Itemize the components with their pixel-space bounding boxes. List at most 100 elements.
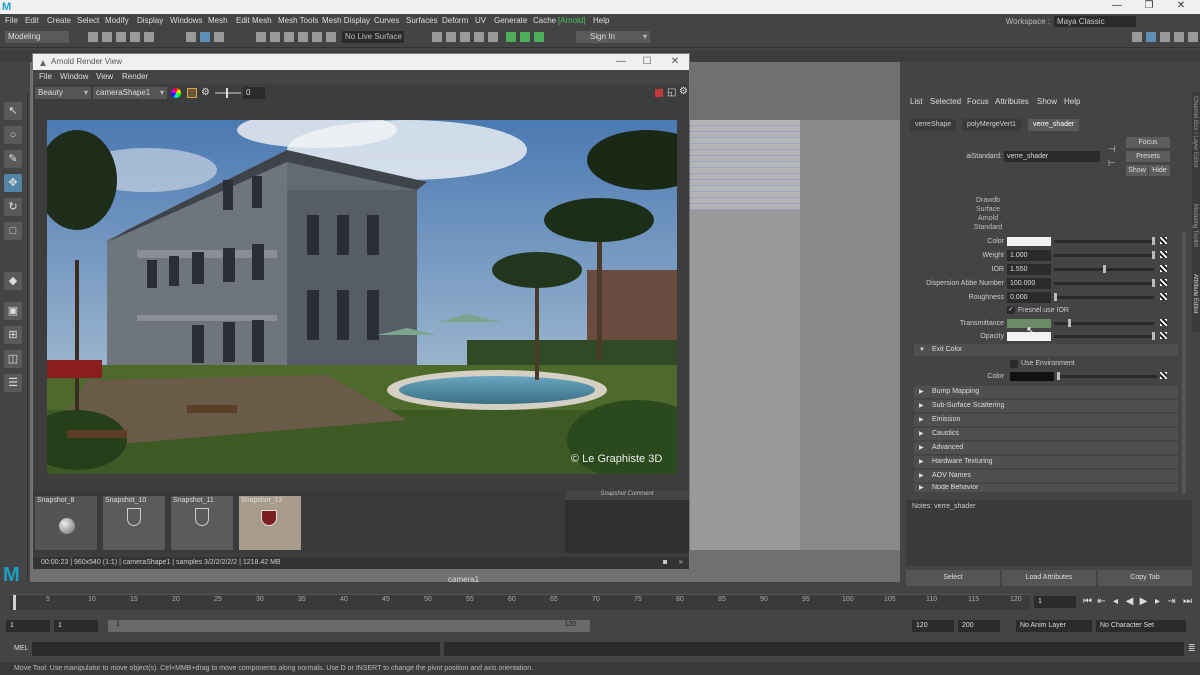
layout-icon[interactable] [1132,32,1142,42]
opacity-slider[interactable] [1054,335,1154,338]
menu-edit-mesh[interactable]: Edit Mesh [236,16,272,25]
camera-select[interactable]: cameraShape1 [93,87,167,99]
menu-curves[interactable]: Curves [374,16,399,25]
arnold-close-button[interactable]: ✕ [663,54,687,70]
menu-file[interactable]: File [5,16,18,25]
lasso-tool-icon[interactable]: ○ [4,126,22,144]
ae-menu-list[interactable]: List [910,97,922,106]
arnold-render-icon[interactable] [506,32,516,42]
roughness-slider[interactable] [1054,296,1154,299]
aov-select[interactable]: Beauty [35,87,91,99]
last-tool-icon[interactable]: ◆ [4,272,22,290]
go-to-end-icon[interactable]: ⏭ [1182,596,1193,608]
arnold-window-title-bar[interactable]: ▲ Arnold Render View — ☐ ✕ [33,54,689,70]
outliner-toggle-icon[interactable] [1188,32,1198,42]
menu-mesh-display[interactable]: Mesh Display [322,16,370,25]
input-connection-icon[interactable]: ⊣ [1108,144,1116,155]
snapshot-comment-panel[interactable]: Snapshot Comment [565,491,689,553]
exposure-field[interactable]: 0 [243,87,265,99]
attribute-editor-toggle-icon[interactable] [1160,32,1170,42]
region-icon[interactable] [187,88,197,98]
snap-view-icon[interactable] [298,32,308,42]
scale-tool-icon[interactable]: □ [4,222,22,240]
section-emission[interactable]: Emission [914,414,1178,426]
menu-windows[interactable]: Windows [170,16,202,25]
arnold-menu-render[interactable]: Render [122,72,148,81]
ae-menu-show[interactable]: Show [1037,97,1057,106]
section-bump-mapping[interactable]: Bump Mapping [914,386,1178,398]
select-tool-icon[interactable]: ↖ [4,102,22,120]
section-caustics[interactable]: Caustics [914,428,1178,440]
ae-menu-help[interactable]: Help [1064,97,1080,106]
section-advanced[interactable]: Advanced [914,442,1178,454]
menu-generate[interactable]: Generate [494,16,527,25]
snap-live-icon[interactable] [326,32,336,42]
modeling-toolkit-tab[interactable]: Modeling Toolkit [1192,204,1198,247]
copy-tab-button[interactable]: Copy Tab [1098,570,1192,586]
range-slider-bar[interactable]: 1 120 [108,620,590,632]
exposure-slider[interactable] [215,92,241,94]
weight-field[interactable]: 1.000 [1007,250,1051,261]
notes-panel[interactable]: Notes: verre_shader [906,500,1192,566]
current-frame-field[interactable]: 1 [1034,596,1076,608]
section-aov-names[interactable]: AOV Names [914,470,1178,482]
ior-slider-handle[interactable] [1103,265,1106,273]
select-button[interactable]: Select [906,570,1000,586]
show-button[interactable]: Show [1126,165,1148,176]
snap-surface-icon[interactable] [312,32,322,42]
stop-render-icon[interactable] [655,89,663,97]
single-view-icon[interactable]: ▣ [4,302,22,320]
ae-menu-attributes[interactable]: Attributes [995,97,1029,106]
render-settings-gear-icon[interactable]: ⚙ [679,86,688,97]
live-surface-field[interactable]: No Live Surface [342,31,404,43]
exit-color-slider-handle[interactable] [1057,372,1060,380]
ae-menu-focus[interactable]: Focus [967,97,989,106]
hypershade-icon[interactable] [488,32,498,42]
color-channels-icon[interactable] [171,88,181,98]
arnold-menu-window[interactable]: Window [60,72,88,81]
tool-settings-toggle-icon[interactable] [1174,32,1184,42]
menu-deform[interactable]: Deform [442,16,468,25]
channel-box-toggle-icon[interactable] [1146,32,1156,42]
select-hierarchy-icon[interactable] [186,32,196,42]
tab-polymergevert1[interactable]: polyMergeVert1 [962,119,1022,131]
paint-select-tool-icon[interactable]: ✎ [4,150,22,168]
current-time-indicator[interactable] [13,595,16,610]
color-swatch[interactable] [1007,237,1051,246]
anim-layer-select[interactable]: No Anim Layer [1016,620,1092,632]
menu-help[interactable]: Help [593,16,609,25]
refresh-render-icon[interactable]: ◱ [667,87,676,98]
settings-gear-icon[interactable]: ⚙ [201,87,210,98]
minimize-button[interactable]: — [1104,0,1130,14]
save-scene-icon[interactable] [116,32,126,42]
outliner-layout-icon[interactable]: ☰ [4,374,22,392]
channel-box-tab[interactable]: Channel Box / Layer Editor [1192,96,1198,168]
menu-surfaces[interactable]: Surfaces [406,16,438,25]
playback-start-field[interactable]: 1 [54,620,98,632]
abbe-field[interactable]: 100.000 [1007,278,1051,289]
arnold-menu-view[interactable]: View [96,72,113,81]
transmittance-slider-handle[interactable] [1068,319,1071,327]
focus-button[interactable]: Focus [1126,137,1170,148]
snapshot-thumb[interactable]: Snapshot_8 [35,496,97,550]
workspace-select[interactable]: Maya Classic [1054,16,1136,27]
roughness-slider-handle[interactable] [1054,293,1057,301]
load-attributes-button[interactable]: Load Attributes [1002,570,1096,586]
play-backward-icon[interactable]: ◀ [1124,596,1135,608]
menu-uv[interactable]: UV [475,16,486,25]
snapshot-thumb[interactable]: Snapshot_10 [103,496,165,550]
command-input[interactable] [32,642,440,656]
step-forward-frame-icon[interactable]: ▸ [1152,596,1163,608]
step-forward-key-icon[interactable]: ⇥ [1166,596,1177,608]
sign-in-button[interactable]: Sign In [576,31,650,43]
tab-verreshape[interactable]: verreShape [910,119,957,131]
snap-grid-icon[interactable] [256,32,266,42]
opacity-slider-handle[interactable] [1152,332,1155,340]
arnold-menu-file[interactable]: File [39,72,52,81]
roughness-field[interactable]: 0.000 [1007,292,1051,303]
output-connection-icon[interactable]: ⊢ [1108,158,1116,169]
undo-icon[interactable] [130,32,140,42]
script-editor-icon[interactable]: ≣ [1188,643,1196,654]
color-slider-handle[interactable] [1152,237,1155,245]
color-map-icon[interactable] [1160,237,1167,244]
